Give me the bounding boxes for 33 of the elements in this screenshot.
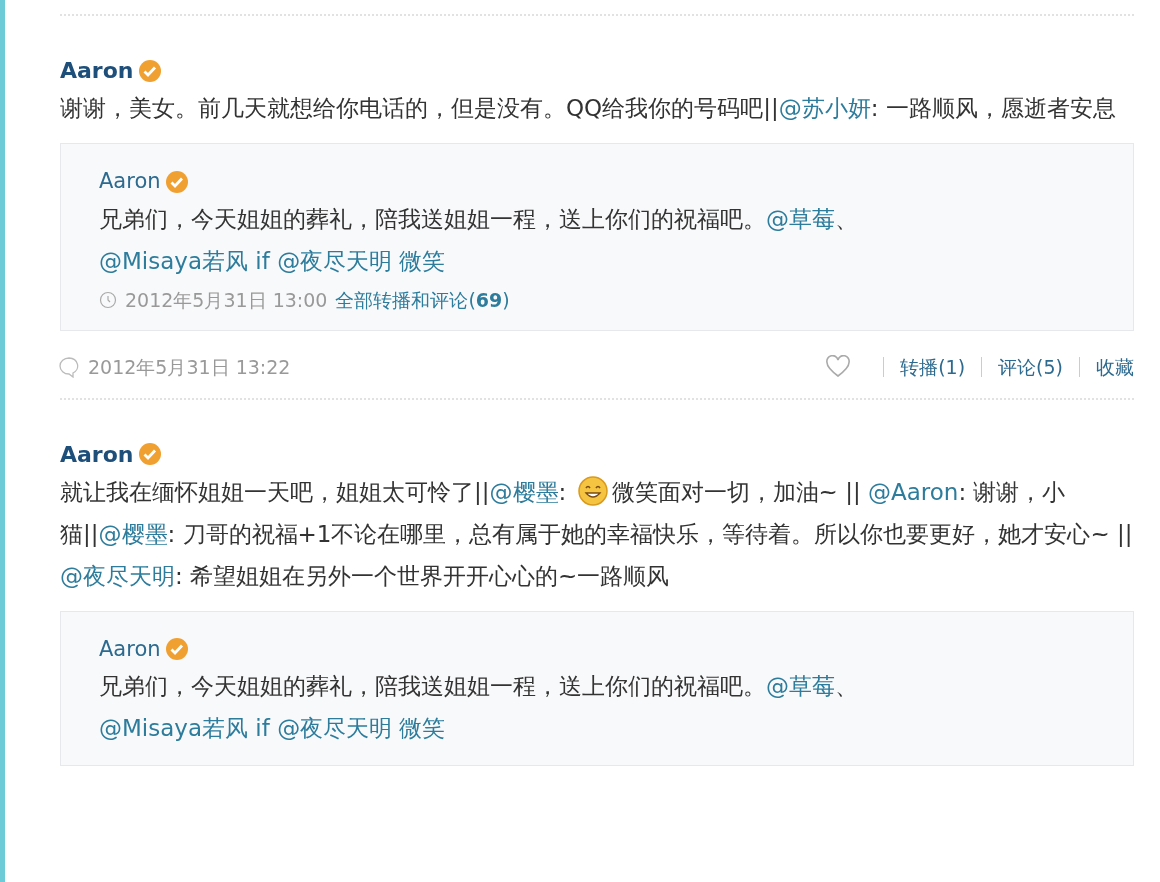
author-name[interactable]: Aaron (99, 633, 161, 665)
mention-link[interactable]: @草莓 (766, 205, 835, 232)
heart-icon[interactable] (825, 355, 852, 380)
mention-link[interactable]: @Misaya若风 (99, 715, 249, 741)
mention-link[interactable]: @樱墨 (98, 520, 168, 547)
mention-link[interactable]: @夜尽天明 (277, 715, 393, 741)
mention-link[interactable]: 微笑 (392, 247, 446, 274)
repost-time: 2012年5月31日 13:00 (125, 287, 328, 313)
post-text: 兄弟们，今天姐姐的葬礼，陪我送姐姐一程，送上你们的祝福吧。@草莓、 @Misaya若风 if @夜尽天明 微笑 (99, 204, 859, 276)
mention-link[interactable]: @Misaya若风 (99, 247, 249, 274)
action-link[interactable]: 收藏 (1096, 353, 1134, 382)
post-time: 2012年5月31日 13:22 (88, 355, 291, 380)
mention-link[interactable]: @夜尽天明 (60, 562, 175, 589)
author-name[interactable]: Aaron (99, 166, 161, 198)
mention-link[interactable]: @Aaron (867, 478, 959, 505)
post-text: 就让我在缅怀姐姐一天吧，姐姐太可怜了||@樱墨: 微笑面对一切，加油~ || @Aaron: 谢谢，小猫||@樱墨: 刀哥的祝福+1不论在哪里，总有属于她的幸福快乐，等待着。所以你也要更好，她才安心~ || @夜尽天明: 希望姐姐在另外一个世界开开心心的~一路顺风 (60, 470, 1134, 597)
action-link[interactable]: 转播(1) (900, 353, 966, 382)
author-name[interactable]: Aaron (60, 437, 134, 471)
mention-link[interactable]: @樱墨 (489, 478, 559, 505)
clock-icon (99, 290, 117, 309)
mention-link[interactable]: @草莓 (766, 673, 835, 699)
author-name[interactable]: Aaron (60, 54, 134, 87)
smiley-icon (577, 475, 608, 506)
mention-link[interactable]: @夜尽天明 (277, 247, 393, 274)
all-comments-link[interactable]: 全部转播和评论(69) (335, 285, 510, 314)
comment-bubble-icon (58, 356, 80, 379)
action-link[interactable]: 评论(5) (998, 353, 1063, 382)
post-text: 兄弟们，今天姐姐的葬礼，陪我送姐姐一程，送上你们的祝福吧。@草莓、 @Misaya若风 if @夜尽天明 微笑 (99, 672, 859, 743)
mention-link[interactable]: @苏小妍 (778, 95, 871, 121)
mention-link[interactable]: if (248, 715, 278, 741)
post-text: 谢谢，美女。前几天就想给你电话的，但是没有。QQ给我你的号码吧||@苏小妍: 一路顺风，愿逝者安息 (60, 94, 1117, 123)
mention-link[interactable]: if (248, 247, 278, 274)
mention-link[interactable]: 微笑 (392, 715, 446, 741)
